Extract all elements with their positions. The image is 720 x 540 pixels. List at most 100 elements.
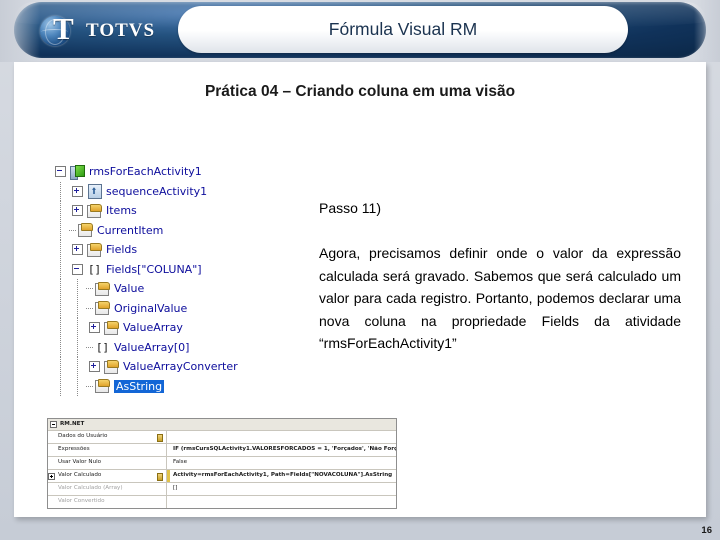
tree-toggle-plus[interactable] <box>69 185 86 197</box>
step-paragraph: Agora, precisamos definir onde o valor d… <box>319 245 681 351</box>
tree-node-label[interactable]: ValueArray[0] <box>114 341 189 354</box>
slide-header: T TOTVS Fórmula Visual RM <box>0 0 720 62</box>
activity-icon <box>69 164 85 180</box>
property-grid-row[interactable]: Valor Convertido <box>48 496 396 508</box>
tree-node[interactable]: [ ] ValueArray[0] <box>52 337 317 358</box>
tree-node[interactable]: ValueArrayConverter <box>52 357 317 377</box>
tree-node-label[interactable]: Value <box>114 282 144 295</box>
tree-node[interactable]: [ ] Fields["COLUNA"] <box>52 259 317 280</box>
tree-toggle-minus[interactable] <box>69 263 86 275</box>
tree-indent-guide <box>52 201 69 221</box>
tree-toggle-plus[interactable] <box>69 205 86 217</box>
expand-icon[interactable] <box>72 185 83 197</box>
property-grid-row[interactable]: Expressões IF (rmsCursSQLActivity1.VALORE… <box>48 444 396 457</box>
property-name-cell: Valor Convertido <box>55 496 167 508</box>
tree-indent-guide <box>69 357 86 377</box>
property-name-cell: Expressões <box>55 444 167 456</box>
tree-leaf-connector <box>86 279 94 298</box>
property-name-cell: Dados do Usuário <box>55 431 167 443</box>
property-grid-category: RM.NET <box>48 419 396 431</box>
tree-toggle-plus[interactable] <box>69 244 86 256</box>
property-grid-row[interactable]: Valor Calculado (Array)[] <box>48 483 396 496</box>
property-icon <box>103 320 119 335</box>
totvs-t-mark: T <box>53 11 74 46</box>
page-number: 16 <box>701 525 712 536</box>
tree-indent-guide <box>52 318 69 338</box>
property-row-expander <box>48 483 55 495</box>
expand-icon[interactable] <box>72 205 83 217</box>
tree-node[interactable]: ValueArray <box>52 318 317 338</box>
tree-node[interactable]: Items <box>52 201 317 221</box>
tree-indent-guide <box>69 298 86 318</box>
tree-node-label[interactable]: ValueArray <box>123 321 183 334</box>
tree-indent-guide <box>52 279 69 299</box>
tree-indent-guide <box>69 337 86 357</box>
property-row-expander <box>48 496 55 508</box>
tree-indent-guide <box>52 357 69 377</box>
property-icon <box>86 242 102 257</box>
tree-indent-guide <box>69 318 86 338</box>
tree-node[interactable]: OriginalValue <box>52 298 317 319</box>
tree-node-label[interactable]: AsString <box>114 379 165 393</box>
tree-node-label[interactable]: ValueArrayConverter <box>123 360 238 373</box>
tree-node-label[interactable]: OriginalValue <box>114 302 187 315</box>
brand-name: TOTVS <box>86 20 156 41</box>
property-grid-row[interactable]: Valor Calculado Activity=rmsForEachActivi… <box>48 470 396 483</box>
header-title: Fórmula Visual RM <box>328 19 478 39</box>
header-left-fade <box>0 0 40 62</box>
property-name-cell: Valor Calculado (Array) <box>55 483 167 495</box>
tree-node-label[interactable]: Items <box>106 204 137 217</box>
tree-indent-guide <box>52 337 69 357</box>
tree-node-label[interactable]: sequenceActivity1 <box>106 185 207 198</box>
property-row-expander[interactable] <box>48 470 55 482</box>
collapse-icon[interactable] <box>72 263 83 275</box>
tree-indent-guide <box>52 220 69 240</box>
property-grid-row[interactable]: Usar Valor Nulo False <box>48 457 396 470</box>
tree-node[interactable]: AsString <box>52 376 317 397</box>
tree-node[interactable]: Fields <box>52 240 317 260</box>
expand-icon[interactable] <box>89 322 100 334</box>
slide-text-block: Passo 11) Agora, precisamos definir onde… <box>319 200 681 355</box>
tree-indent-guide <box>69 376 86 396</box>
tree-leaf-connector <box>86 299 94 318</box>
key-icon <box>157 434 163 442</box>
tree-toggle-plus[interactable] <box>86 361 103 373</box>
property-name-cell: Usar Valor Nulo <box>55 457 167 469</box>
tree-node-label[interactable]: CurrentItem <box>97 224 163 237</box>
property-value-cell[interactable]: [] <box>170 483 396 495</box>
tree-node-label[interactable]: Fields <box>106 243 137 256</box>
property-value-cell[interactable]: Activity=rmsForEachActivity1, Path=Field… <box>170 470 396 482</box>
slide-subtitle: Prática 04 – Criando coluna em uma visão <box>204 83 516 100</box>
tree-node[interactable]: Value <box>52 279 317 299</box>
tree-indent-guide <box>52 240 69 260</box>
property-icon <box>103 359 119 374</box>
step-label: Passo 11) <box>319 200 381 216</box>
tree-toggle-minus[interactable] <box>52 166 69 178</box>
property-icon <box>77 223 93 238</box>
expand-icon[interactable] <box>89 361 100 373</box>
property-value-cell[interactable]: False <box>170 457 396 469</box>
tree-node-label[interactable]: Fields["COLUNA"] <box>106 263 202 276</box>
property-row-expander <box>48 457 55 469</box>
header-title-pill: Fórmula Visual RM <box>178 6 628 53</box>
expand-icon[interactable] <box>48 472 55 480</box>
totvs-logo: T TOTVS <box>40 11 156 48</box>
tree-indent-guide <box>52 181 69 201</box>
sequence-icon <box>86 184 102 200</box>
tree-node-label[interactable]: rmsForEachActivity1 <box>89 165 202 178</box>
property-value-cell[interactable] <box>170 431 396 443</box>
tree-node[interactable]: sequenceActivity1 <box>52 181 317 202</box>
property-grid: RM.NET Dados do Usuário Expressões IF (rms… <box>47 418 397 509</box>
tree-node[interactable]: CurrentItem <box>52 220 317 241</box>
property-value-cell[interactable] <box>170 496 396 508</box>
collapse-icon[interactable] <box>55 166 66 178</box>
tree-toggle-plus[interactable] <box>86 322 103 334</box>
category-collapse-icon <box>50 421 57 428</box>
tree-leaf-connector <box>86 377 94 396</box>
expand-icon[interactable] <box>72 244 83 256</box>
tree-indent-guide <box>69 279 86 299</box>
property-grid-row[interactable]: Dados do Usuário <box>48 431 396 444</box>
tree-indent-guide <box>52 376 69 396</box>
tree-node[interactable]: rmsForEachActivity1 <box>52 162 317 182</box>
property-value-cell[interactable]: IF (rmsCursSQLActivity1.VALORESFORCADOS … <box>170 444 396 456</box>
